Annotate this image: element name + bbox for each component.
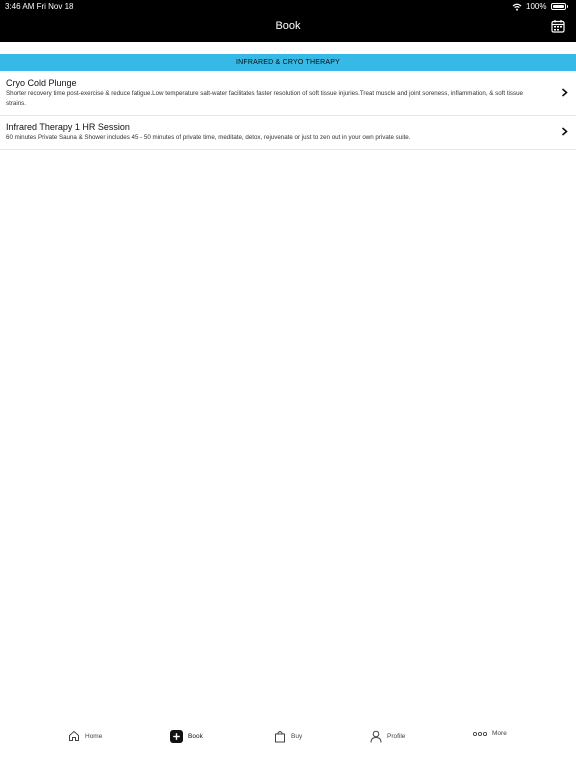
tab-label: Home [85, 732, 103, 740]
service-item-cryo[interactable]: Cryo Cold Plunge Shorter recovery time p… [0, 71, 576, 116]
battery-tip [566, 5, 568, 8]
plus-icon [170, 730, 183, 743]
status-bar: 3:46 AM Fri Nov 18 100% [0, 0, 576, 14]
tab-home[interactable]: Home [68, 730, 102, 742]
tab-book[interactable]: Book [170, 730, 203, 743]
person-icon [370, 730, 382, 743]
section-header: INFRARED & CRYO THERAPY [0, 54, 576, 71]
service-item-infrared[interactable]: Infrared Therapy 1 HR Session 60 minutes… [0, 116, 576, 150]
battery-percent: 100% [526, 2, 547, 11]
service-description: 60 minutes Private Sauna & Shower includ… [6, 134, 411, 141]
service-title: Infrared Therapy 1 HR Session [6, 122, 130, 132]
chevron-right-icon [561, 88, 568, 97]
tab-label: Buy [291, 733, 303, 740]
navigation-bar: 3:46 AM Fri Nov 18 100% Book [0, 0, 576, 42]
tab-more[interactable]: More [473, 730, 507, 737]
tab-label: More [492, 730, 507, 737]
battery-icon [550, 3, 566, 10]
tab-profile[interactable]: Profile [370, 730, 405, 743]
service-description: Shorter recovery time post-exercise & re… [6, 90, 523, 107]
tab-buy[interactable]: Buy [274, 730, 302, 743]
home-icon [69, 730, 79, 741]
more-icon [473, 731, 487, 736]
wifi-icon [512, 3, 522, 11]
chevron-right-icon [561, 127, 568, 136]
page-title: Book [275, 20, 301, 32]
status-right: 100% [512, 2, 568, 11]
service-title: Cryo Cold Plunge [6, 78, 77, 88]
tab-label: Profile [387, 733, 406, 740]
tab-label: Book [188, 733, 203, 740]
bag-icon [275, 731, 285, 743]
status-time: 3:46 AM Fri Nov 18 [5, 2, 74, 11]
calendar-icon[interactable] [551, 19, 565, 33]
